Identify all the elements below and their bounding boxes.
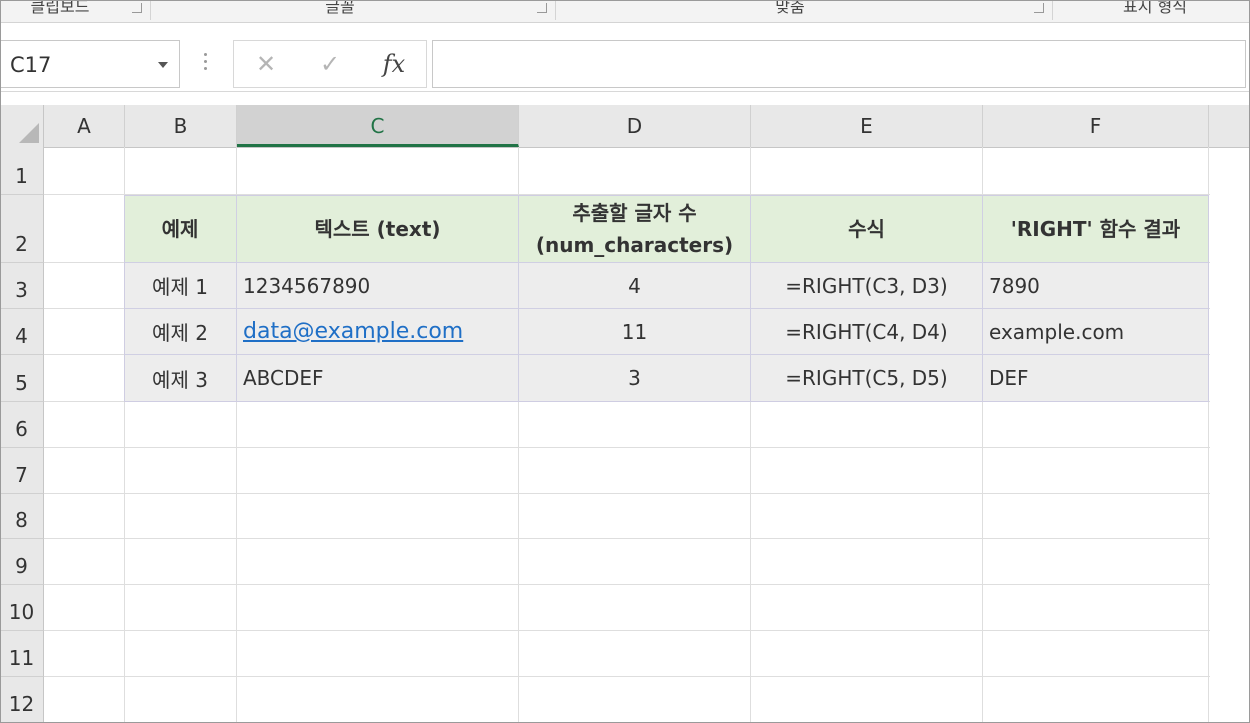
- formula-input[interactable]: [432, 40, 1246, 88]
- row-header-4[interactable]: 4: [0, 309, 44, 355]
- row-header-11[interactable]: 11: [0, 631, 44, 677]
- cell-f3[interactable]: 7890: [983, 263, 1209, 309]
- header-num-line1: 추출할 글자 수: [572, 200, 697, 225]
- ribbon-group-clipboard: 클립보드: [30, 0, 90, 16]
- row-header-2[interactable]: 2: [0, 195, 44, 263]
- cell-d3[interactable]: 4: [519, 263, 751, 309]
- insert-function-icon[interactable]: fx: [374, 49, 414, 79]
- chevron-down-icon[interactable]: [158, 62, 168, 68]
- column-header-a[interactable]: A: [44, 105, 125, 147]
- header-cell-num-characters[interactable]: 추출할 글자 수 (num_characters): [519, 195, 751, 263]
- header-cell-formula[interactable]: 수식: [751, 195, 983, 263]
- header-cell-result[interactable]: 'RIGHT' 함수 결과: [983, 195, 1209, 263]
- ribbon-group-labels: 클립보드 글꼴 맞춤 표시 형식: [0, 0, 1250, 23]
- cell-e4[interactable]: =RIGHT(C4, D4): [751, 309, 983, 355]
- formula-buttons: ✕ ✓ fx: [233, 40, 427, 88]
- ribbon-separator: [1052, 0, 1053, 20]
- row-header-7[interactable]: 7: [0, 448, 44, 494]
- gridline: [44, 493, 1210, 494]
- row-header-3[interactable]: 3: [0, 263, 44, 309]
- column-header-b[interactable]: B: [125, 105, 237, 147]
- gridline: [44, 676, 1210, 677]
- cell-b3[interactable]: 예제 1: [124, 263, 237, 309]
- row-header-12[interactable]: 12: [0, 677, 44, 723]
- select-all-button[interactable]: [0, 105, 44, 147]
- formula-bar: C17 ✕ ✓ fx: [0, 23, 1250, 92]
- row-header-1[interactable]: 1: [0, 147, 44, 195]
- row-header-5[interactable]: 5: [0, 355, 44, 402]
- cell-f4[interactable]: example.com: [983, 309, 1209, 355]
- name-box[interactable]: C17: [0, 40, 180, 88]
- row-header-10[interactable]: 10: [0, 585, 44, 631]
- header-num-line2: (num_characters): [535, 232, 734, 257]
- column-header-c[interactable]: C: [237, 105, 519, 147]
- alignment-launcher-icon[interactable]: [1034, 3, 1044, 13]
- row-header-6[interactable]: 6: [0, 402, 44, 448]
- clipboard-launcher-icon[interactable]: [132, 3, 142, 13]
- cancel-icon[interactable]: ✕: [246, 49, 286, 79]
- cell-b4[interactable]: 예제 2: [124, 309, 237, 355]
- cell-f5[interactable]: DEF: [983, 355, 1209, 402]
- ribbon-separator: [555, 0, 556, 20]
- column-header-f[interactable]: F: [983, 105, 1209, 147]
- cell-c4[interactable]: data@example.com: [237, 309, 519, 355]
- header-cell-text[interactable]: 텍스트 (text): [237, 195, 519, 263]
- gridline: [44, 584, 1210, 585]
- row-header-9[interactable]: 9: [0, 539, 44, 585]
- email-link[interactable]: data@example.com: [243, 319, 463, 344]
- font-launcher-icon[interactable]: [537, 3, 547, 13]
- gridline: [44, 630, 1210, 631]
- ribbon-group-font: 글꼴: [325, 0, 355, 16]
- gridline: [44, 447, 1210, 448]
- cell-b5[interactable]: 예제 3: [124, 355, 237, 402]
- cell-e5[interactable]: =RIGHT(C5, D5): [751, 355, 983, 402]
- enter-icon[interactable]: ✓: [310, 49, 350, 79]
- name-box-value: C17: [10, 53, 52, 77]
- header-cell-example[interactable]: 예제: [124, 195, 237, 263]
- cell-d4[interactable]: 11: [519, 309, 751, 355]
- column-header-d[interactable]: D: [519, 105, 751, 147]
- ribbon-separator: [150, 0, 151, 20]
- drag-handle-icon[interactable]: [204, 53, 208, 75]
- column-header-row: A B C D E F: [0, 105, 1250, 148]
- cell-d5[interactable]: 3: [519, 355, 751, 402]
- column-header-e[interactable]: E: [751, 105, 983, 147]
- cell-c3[interactable]: 1234567890: [237, 263, 519, 309]
- select-all-icon: [19, 123, 39, 143]
- cell-e3[interactable]: =RIGHT(C3, D3): [751, 263, 983, 309]
- row-header-8[interactable]: 8: [0, 494, 44, 539]
- cell-c5[interactable]: ABCDEF: [237, 355, 519, 402]
- gridline: [44, 538, 1210, 539]
- ribbon-group-alignment: 맞춤: [775, 0, 805, 16]
- ribbon-group-number: 표시 형식: [1123, 0, 1187, 16]
